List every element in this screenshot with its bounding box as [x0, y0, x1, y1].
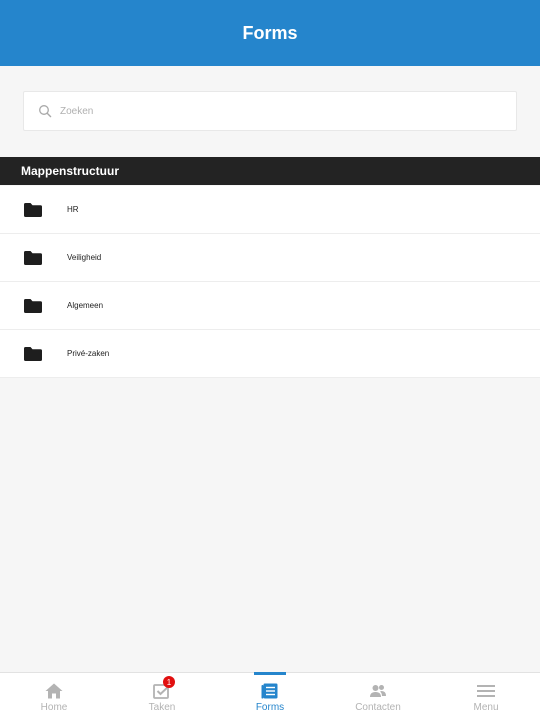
page-title: Forms [242, 22, 298, 43]
section-header: Mappenstructuur [0, 157, 540, 185]
folder-label: Algemeen [67, 301, 104, 310]
bottom-tab-bar: Home 1 Taken Forms Contacten Menu [0, 672, 540, 720]
search-input[interactable] [58, 104, 482, 118]
folder-label: Veiligheid [67, 253, 102, 262]
tab-label: Taken [148, 702, 176, 713]
contacts-icon [369, 683, 387, 699]
app-header: Forms [0, 0, 540, 66]
tab-label: Forms [255, 702, 285, 713]
folder-label: HR [67, 205, 79, 214]
section-title: Mappenstructuur [21, 164, 120, 178]
home-icon [45, 683, 63, 699]
search-bar[interactable] [23, 91, 517, 131]
tab-home[interactable]: Home [0, 673, 108, 720]
folder-item-hr[interactable]: HR [0, 186, 540, 234]
notification-badge: 1 [163, 676, 175, 688]
tab-taken[interactable]: 1 Taken [108, 673, 216, 720]
folder-list: HR Veiligheid Algemeen Privé-zaken [0, 186, 540, 378]
tab-label: Menu [473, 702, 499, 713]
folder-icon [24, 250, 42, 265]
tab-forms[interactable]: Forms [216, 672, 324, 720]
tab-contacten[interactable]: Contacten [324, 673, 432, 720]
folder-icon [24, 202, 42, 217]
folder-icon [24, 346, 42, 361]
search-icon [38, 104, 52, 118]
task-check-icon: 1 [153, 676, 175, 699]
tab-label: Contacten [355, 702, 401, 713]
folder-icon [24, 298, 42, 313]
forms-icon [261, 683, 279, 699]
tab-menu[interactable]: Menu [432, 673, 540, 720]
folder-item-prive-zaken[interactable]: Privé-zaken [0, 330, 540, 378]
tab-label: Home [40, 702, 68, 713]
active-tab-indicator [254, 672, 286, 675]
hamburger-icon [477, 683, 495, 699]
folder-item-veiligheid[interactable]: Veiligheid [0, 234, 540, 282]
folder-label: Privé-zaken [67, 349, 110, 358]
folder-item-algemeen[interactable]: Algemeen [0, 282, 540, 330]
